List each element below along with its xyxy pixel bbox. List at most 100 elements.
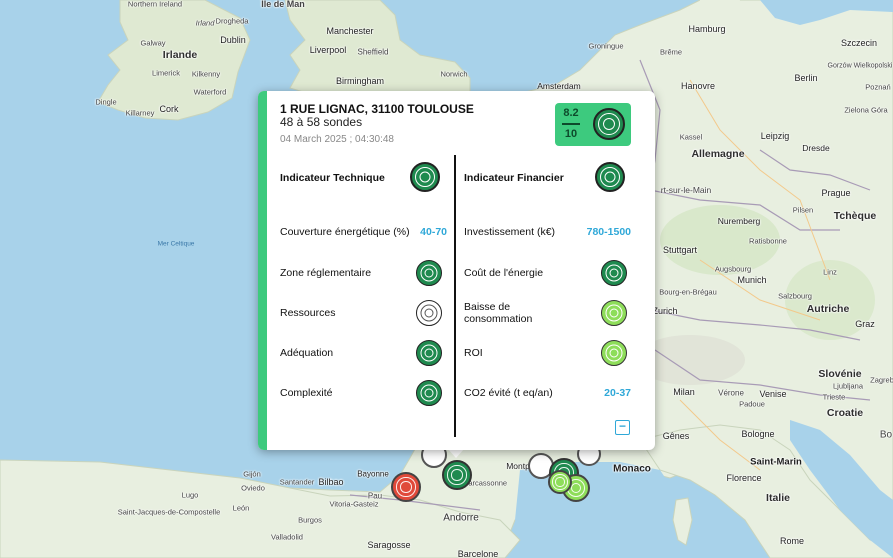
technical-row-indicator-3 bbox=[416, 340, 442, 366]
map-label-dublin: Dublin bbox=[220, 35, 246, 45]
map-marker-lightgreen-2[interactable] bbox=[548, 470, 572, 494]
map-label-leipzig: Leipzig bbox=[760, 131, 790, 141]
financial-row-label-2: Baisse de consommation bbox=[464, 301, 533, 325]
financial-row-value-0: 780-1500 bbox=[586, 226, 631, 238]
site-info-popup: 1 RUE LIGNAC, 31100 TOULOUSE 48 à 58 son… bbox=[258, 91, 655, 450]
map-label-bregenz: Bourg-en-Brégau bbox=[659, 287, 717, 297]
map-label-mer-celtique: Mer Celtique bbox=[157, 240, 195, 248]
map-label-saragosse: Saragosse bbox=[367, 540, 411, 550]
financial-indicator-icon bbox=[595, 162, 625, 192]
map-label-monaco: Monaco bbox=[613, 463, 651, 475]
technical-row-label-2: Ressources bbox=[280, 307, 336, 319]
map-marker-toulouse[interactable] bbox=[442, 460, 472, 490]
map-label-rome: Rome bbox=[779, 536, 805, 546]
map-label-verone: Vérone bbox=[718, 388, 744, 398]
map-label-linz: Linz bbox=[823, 267, 837, 277]
map-label-berlin: Berlin bbox=[794, 73, 818, 83]
map-label-lugo: Lugo bbox=[181, 490, 199, 500]
map-label-northern-ireland: Northern Ireland bbox=[127, 0, 183, 9]
score-denominator: 10 bbox=[564, 127, 578, 140]
map-label-augsbourg: Augsbourg bbox=[714, 264, 752, 274]
map-label-sheffield: Sheffield bbox=[357, 47, 389, 57]
map-label-birmingham: Birmingham bbox=[335, 76, 385, 86]
map-label-oviedo: Oviedo bbox=[241, 483, 265, 493]
map-label-manchester: Manchester bbox=[326, 26, 374, 36]
map-label-andorre: Andorre bbox=[443, 512, 479, 524]
map-label-saint-marin: Saint-Marin bbox=[750, 456, 802, 468]
map-label-autriche: Autriche bbox=[806, 303, 850, 315]
map-label-allemagne: Allemagne bbox=[691, 148, 745, 160]
map-label-norwich: Norwich bbox=[440, 69, 468, 79]
financial-row-value-4: 20-37 bbox=[604, 387, 631, 399]
map-marker-red[interactable] bbox=[391, 472, 421, 502]
map-label-drogheda: Drogheda bbox=[215, 16, 249, 26]
map-label-pilsen: Pilsen bbox=[792, 205, 814, 215]
map-label-limerick: Limerick bbox=[152, 68, 180, 78]
financial-row-indicator-3 bbox=[601, 340, 627, 366]
technical-row-label-1: Zone réglementaire bbox=[280, 267, 372, 279]
financial-row-indicator-2 bbox=[601, 300, 627, 326]
map-label-santander: Santander bbox=[279, 477, 315, 487]
minus-square-icon[interactable]: − bbox=[615, 420, 630, 435]
popup-address: 1 RUE LIGNAC, 31100 TOULOUSE bbox=[280, 102, 474, 116]
technical-row-label-0: Couverture énergétique (%) bbox=[280, 226, 410, 238]
map-label-gijon: Gijón bbox=[243, 469, 261, 479]
financial-title: Indicateur Financier bbox=[464, 172, 564, 184]
technical-row-label-3: Adéquation bbox=[280, 347, 334, 359]
map-label-italie: Italie bbox=[766, 492, 790, 504]
map-label-graz: Graz bbox=[855, 319, 875, 329]
popup-column-divider bbox=[454, 155, 456, 437]
financial-row-label-0: Investissement (k€) bbox=[464, 226, 556, 238]
map-label-groningue: Groningue bbox=[588, 41, 624, 51]
map-label-dingle: Dingle bbox=[95, 97, 117, 107]
map-label-valladolid: Valladolid bbox=[271, 532, 303, 542]
map-label-amsterdam: Amsterdam bbox=[537, 81, 581, 91]
technical-title: Indicateur Technique bbox=[280, 172, 385, 184]
technical-row-indicator-2 bbox=[416, 300, 442, 326]
map-label-milan: Milan bbox=[673, 387, 695, 397]
map-label-padoue: Padoue bbox=[739, 399, 765, 409]
score-badge: 8.2 10 bbox=[555, 103, 631, 146]
map-label-francfort: rt-sur-le-Main bbox=[660, 185, 712, 195]
map-label-genes: Gênes bbox=[662, 431, 690, 441]
map-label-gorzow: Gorzów Wielkopolski bbox=[827, 62, 893, 70]
technical-row-label-4: Complexité bbox=[280, 387, 333, 399]
map-label-dresde: Dresde bbox=[802, 143, 830, 153]
map-label-bo: Bo bbox=[879, 429, 893, 441]
map-label-munich: Munich bbox=[737, 275, 767, 285]
financial-row-label-3: ROI bbox=[464, 347, 483, 359]
popup-sondes: 48 à 58 sondes bbox=[280, 115, 363, 129]
score-fraction-bar bbox=[562, 123, 580, 125]
financial-row-label-4: CO2 évité (t eq/an) bbox=[464, 387, 553, 399]
map-label-florence: Florence bbox=[726, 473, 762, 483]
map-label-nuremberg: Nuremberg bbox=[717, 216, 761, 226]
map-label-galway: Galway bbox=[140, 38, 166, 48]
map-label-waterford: Waterford bbox=[193, 87, 227, 97]
map-label-bayonne: Bayonne bbox=[357, 469, 389, 479]
map-label-prague: Prague bbox=[821, 188, 851, 198]
map-label-vitoria: Vitoria-Gasteiz bbox=[329, 499, 379, 509]
financial-row-label-1: Coût de l'énergie bbox=[464, 267, 544, 279]
map-label-zagreb: Zagreb bbox=[870, 375, 893, 385]
map-label-barcelone: Barcelone bbox=[457, 549, 499, 558]
score-fraction: 8.2 10 bbox=[562, 107, 580, 141]
map-label-trieste: Trieste bbox=[822, 392, 846, 402]
score-indicator-icon bbox=[593, 108, 625, 140]
map-label-bilbao: Bilbao bbox=[318, 477, 344, 487]
map-label-tcheque: Tchèque bbox=[833, 210, 877, 222]
map-label-irland-small: Irland bbox=[195, 18, 215, 28]
map-label-breme: Brême bbox=[659, 47, 683, 57]
map-label-leon: León bbox=[232, 503, 250, 513]
map-label-ljubljana: Ljubljana bbox=[832, 381, 864, 391]
map-label-croatie: Croatie bbox=[826, 407, 864, 419]
map-label-killarney: Killarney bbox=[125, 108, 155, 118]
map-label-venise: Venise bbox=[759, 389, 787, 399]
map-label-poznan: Poznań bbox=[865, 82, 891, 92]
score-numerator: 8.2 bbox=[563, 107, 579, 119]
map-label-szczecin: Szczecin bbox=[840, 38, 878, 48]
map-label-ile-de-man: Île de Man bbox=[261, 0, 305, 9]
map-label-burgos: Burgos bbox=[298, 515, 322, 525]
map-label-liverpool: Liverpool bbox=[309, 45, 347, 55]
map-label-salzbourg: Salzbourg bbox=[778, 291, 812, 301]
map-label-montpellier: Montp bbox=[506, 461, 530, 471]
